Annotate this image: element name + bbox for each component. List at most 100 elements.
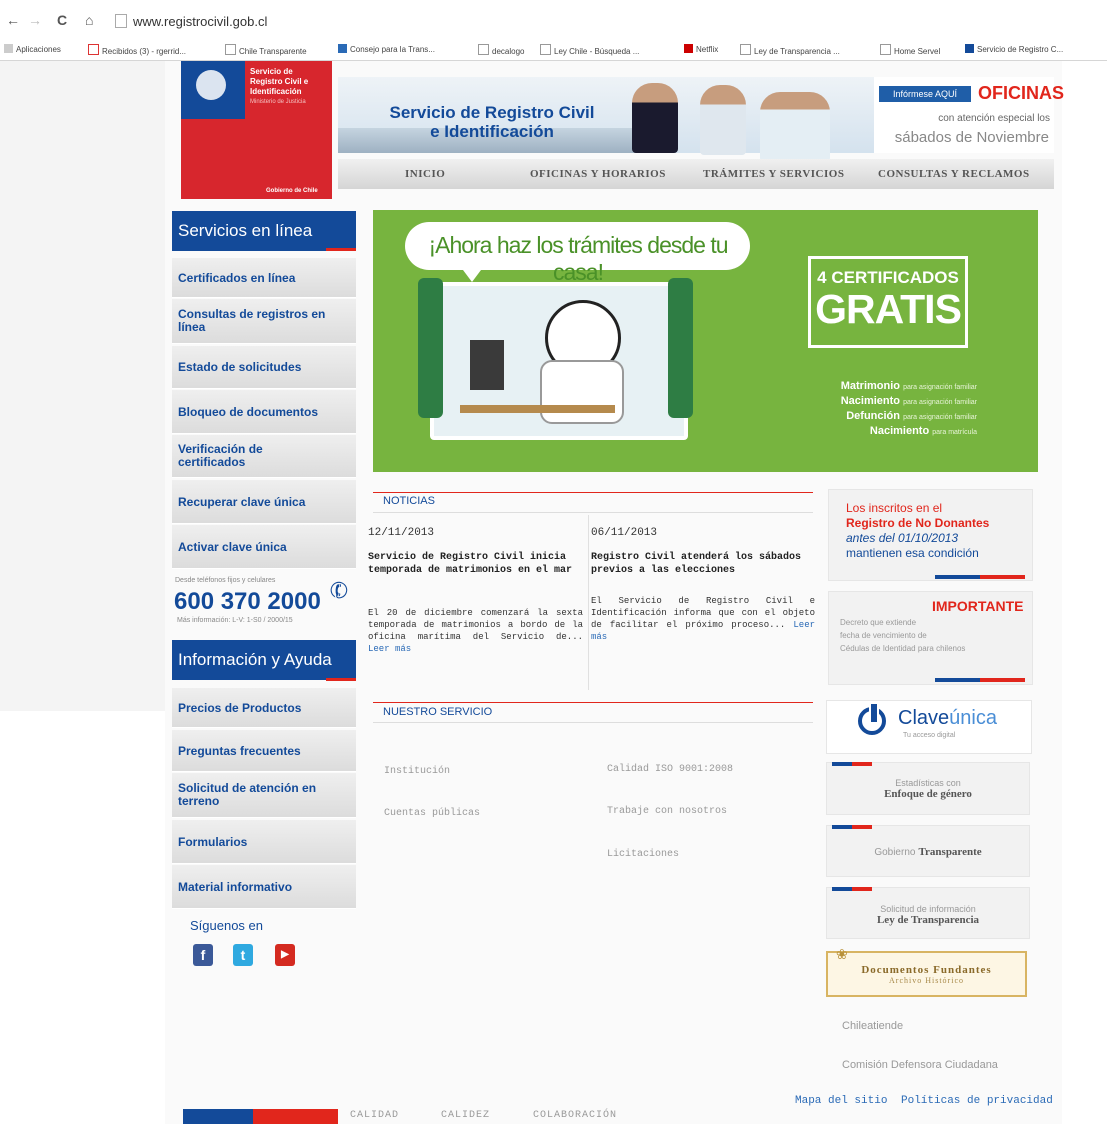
footer-flag xyxy=(183,1109,338,1124)
ley-transparencia-text: Solicitud de información Ley de Transpar… xyxy=(876,904,980,926)
bookmark-1[interactable]: Recibidos (3) - rgerrid... xyxy=(88,44,186,56)
divider xyxy=(373,512,813,513)
mapa-del-sitio-link[interactable]: Mapa del sitio xyxy=(795,1095,887,1107)
importante-text: Decreto que extiende fecha de vencimient… xyxy=(840,618,966,653)
servicio-link-calidad[interactable]: Calidad ISO 9001:2008 xyxy=(607,764,733,775)
bookmark-6[interactable]: Netflix xyxy=(684,44,718,54)
sidebar-item-precios[interactable]: Precios de Productos xyxy=(172,688,356,728)
no-donantes-text: Los inscritos en el Registro de No Donan… xyxy=(846,501,990,560)
promo-item: Nacimiento para matrícula xyxy=(869,425,977,437)
servicio-link-licitaciones[interactable]: Licitaciones xyxy=(607,849,679,860)
servicio-link-institucion[interactable]: Institución xyxy=(384,766,450,777)
promo-item: Nacimiento para asignación familiar xyxy=(840,395,977,407)
oficinas-title: OFICINAS xyxy=(978,83,1065,103)
servicio-link-trabaje[interactable]: Trabaje con nosotros xyxy=(607,806,727,817)
sidebar-item-certificados[interactable]: Certificados en línea xyxy=(172,258,356,298)
gratis-label: GRATIS xyxy=(815,286,962,332)
computer-illustration xyxy=(470,340,504,390)
home-icon[interactable]: ⌂ xyxy=(85,12,93,28)
divider xyxy=(373,492,813,493)
logo-ministry: Ministerio de Justicia xyxy=(250,99,306,105)
claveunica-subtitle: Tu acceso digital xyxy=(903,732,956,739)
coat-of-arms-icon xyxy=(196,70,226,100)
netflix-icon xyxy=(684,44,693,53)
footer-word: CALIDEZ xyxy=(441,1110,491,1121)
promo-item: Defunción para asignación familiar xyxy=(846,410,977,422)
privacidad-link[interactable]: Políticas de privacidad xyxy=(901,1095,1053,1107)
news-body: El Servicio de Registro Civil e Identifi… xyxy=(591,596,815,642)
promo-headline: ¡Ahora haz los trámites desde tu casa! xyxy=(428,232,728,285)
divider xyxy=(326,248,356,251)
sidebar-item-formularios[interactable]: Formularios xyxy=(172,820,356,864)
curtain-left xyxy=(418,278,443,418)
nav-consultas[interactable]: CONSULTAS Y RECLAMOS xyxy=(878,168,1030,180)
gobierno-transparente-text: Gobierno Transparente xyxy=(874,846,982,858)
page-icon xyxy=(115,14,127,28)
leer-mas-link[interactable]: Leer más xyxy=(368,644,411,654)
sidebar-item-material[interactable]: Material informativo xyxy=(172,865,356,909)
url-field[interactable]: www.registrocivil.gob.cl xyxy=(133,14,267,29)
flag-stripe xyxy=(832,825,872,829)
ayuda-title: Información y Ayuda xyxy=(172,640,356,680)
news-body: El 20 de diciembre comenzará la sexta te… xyxy=(368,608,583,654)
nav-tramites[interactable]: TRÁMITES Y SERVICIOS xyxy=(703,168,844,180)
person-image xyxy=(632,83,678,153)
chileatiende-link[interactable]: Chileatiende xyxy=(842,1020,903,1032)
servicio-link-cuentas[interactable]: Cuentas públicas xyxy=(384,808,480,819)
news-title[interactable]: Registro Civil atenderá los sábados prev… xyxy=(591,551,811,577)
news-date: 06/11/2013 xyxy=(591,527,658,539)
estadisticas-text: Estadísticas con Enfoque de género xyxy=(884,778,972,800)
documentos-fundantes-text: Documentos Fundantes Archivo Histórico xyxy=(861,964,992,985)
youtube-icon[interactable]: ▶ xyxy=(275,944,295,966)
site-icon xyxy=(338,44,347,53)
apps-icon xyxy=(4,44,13,53)
back-icon[interactable]: ← xyxy=(6,12,20,28)
banner-title: Servicio de Registro Civil e Identificac… xyxy=(389,103,595,141)
bookmark-5[interactable]: Ley Chile - Búsqueda ... xyxy=(540,44,639,56)
curtain-right xyxy=(668,278,693,418)
claveunica-key xyxy=(869,702,879,724)
bookmark-8[interactable]: Home Servel xyxy=(880,44,940,56)
logo-text: Servicio de Registro Civil e Identificac… xyxy=(250,67,309,96)
sidebar-item-estado[interactable]: Estado de solicitudes xyxy=(172,346,356,389)
scroll-icon: ❀ xyxy=(836,946,848,962)
news-title[interactable]: Servicio de Registro Civil inicia tempor… xyxy=(368,551,573,577)
nav-inicio[interactable]: INICIO xyxy=(405,168,445,180)
bookmark-2[interactable]: Chile Transparente xyxy=(225,44,307,56)
divider xyxy=(373,702,813,703)
bookmark-9[interactable]: Servicio de Registro C... xyxy=(965,44,1063,54)
page-icon xyxy=(880,44,891,55)
informese-button[interactable]: Infórmese AQUÍ xyxy=(879,86,971,102)
facebook-icon[interactable]: f xyxy=(193,944,213,966)
twitter-icon[interactable]: t xyxy=(233,944,253,966)
page-margin xyxy=(0,61,175,711)
sidebar-item-activar-clave[interactable]: Activar clave única xyxy=(172,525,356,569)
forward-icon[interactable]: → xyxy=(28,12,42,28)
sidebar-item-consultas[interactable]: Consultas de registros en línea xyxy=(172,299,356,344)
sidebar-item-solicitud-terreno[interactable]: Solicitud de atención en terreno xyxy=(172,773,356,818)
page-icon xyxy=(225,44,236,55)
site-icon xyxy=(540,44,551,55)
bookmark-0[interactable]: Aplicaciones xyxy=(4,44,61,54)
reload-icon[interactable]: C xyxy=(57,12,67,28)
sidebar-item-verificacion[interactable]: Verificación de certificados xyxy=(172,435,356,478)
footer-word: COLABORACIÓN xyxy=(533,1110,618,1121)
phone-number[interactable]: 600 370 2000 xyxy=(174,588,321,616)
character-body xyxy=(540,360,624,424)
page-icon xyxy=(478,44,489,55)
divider xyxy=(588,515,589,690)
flag-stripe xyxy=(935,678,1025,682)
sidebar-item-preguntas[interactable]: Preguntas frecuentes xyxy=(172,730,356,772)
promo-item: Matrimonio para asignación familiar xyxy=(840,380,977,392)
servicios-title: Servicios en línea xyxy=(172,211,356,251)
siguenos-label: Síguenos en xyxy=(190,918,264,933)
sidebar-item-bloqueo[interactable]: Bloqueo de documentos xyxy=(172,390,356,434)
nav-oficinas[interactable]: OFICINAS Y HORARIOS xyxy=(530,168,666,180)
comision-link[interactable]: Comisión Defensora Ciudadana xyxy=(842,1059,998,1071)
bookmark-3[interactable]: Consejo para la Trans... xyxy=(338,44,435,54)
sidebar-item-recuperar-clave[interactable]: Recuperar clave única xyxy=(172,480,356,524)
bookmark-4[interactable]: decalogo xyxy=(478,44,524,56)
bookmark-7[interactable]: Ley de Transparencia ... xyxy=(740,44,840,56)
phone-more-info[interactable]: Más información: L-V: 1-S0 / 2000/15 xyxy=(177,617,293,624)
gmail-icon xyxy=(88,44,99,55)
